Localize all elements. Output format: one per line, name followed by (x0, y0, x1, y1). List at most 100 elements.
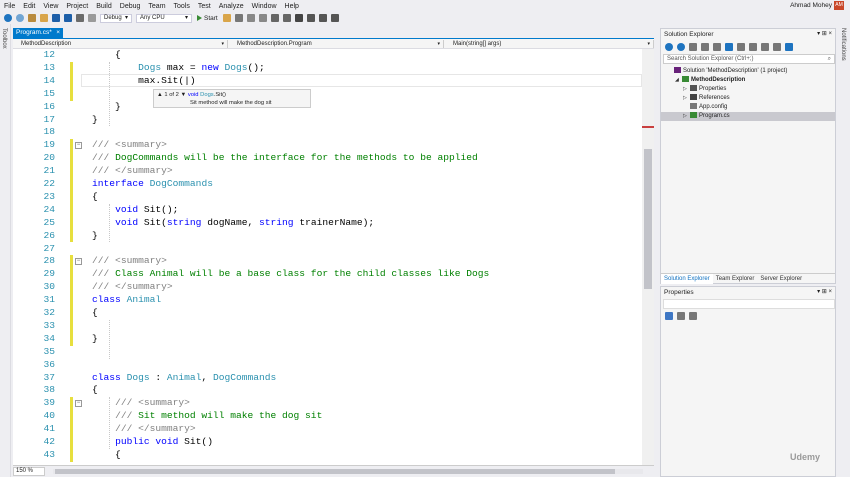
fold-toggle[interactable]: − (75, 142, 82, 150)
back-icon[interactable] (4, 14, 12, 22)
bookmark-icon[interactable] (294, 14, 303, 22)
search-icon[interactable]: ⌕ (828, 55, 831, 63)
code-line[interactable]: class Dogs : Animal, DogCommands (69, 372, 276, 383)
tree-item[interactable]: ◢ MethodDescription (661, 76, 835, 85)
panel-window-controls[interactable]: ▾ ⊞ × (817, 287, 832, 298)
menu-edit[interactable]: Edit (19, 3, 39, 10)
zoom-select[interactable]: 150 % (13, 467, 45, 476)
code-line[interactable]: /// Sit method will make the dog sit (69, 410, 322, 421)
save-all-icon[interactable] (64, 14, 72, 22)
code-line[interactable]: } (69, 114, 98, 125)
object-selector[interactable] (663, 299, 835, 309)
menu-file[interactable]: File (0, 3, 19, 10)
expand-arrow-icon[interactable]: ▷ (683, 94, 690, 103)
code-line[interactable]: void Sit(); (69, 204, 178, 215)
menu-help[interactable]: Help (281, 3, 303, 10)
menu-tools[interactable]: Tools (170, 3, 194, 10)
code-line[interactable]: public void Sit() (69, 436, 213, 447)
menu-build[interactable]: Build (92, 3, 116, 10)
notifications-strip[interactable]: Notifications (838, 24, 850, 477)
expand-arrow-icon[interactable]: ▷ (683, 112, 690, 121)
configuration-select[interactable]: Debug ▾ (100, 13, 132, 23)
home-icon[interactable] (689, 42, 697, 51)
prev-bookmark-icon[interactable] (306, 14, 315, 22)
code-line[interactable]: } (69, 101, 121, 112)
expand-arrow-icon[interactable]: ◢ (675, 76, 682, 85)
categorized-icon[interactable] (665, 312, 673, 320)
code-line[interactable]: { (69, 191, 98, 202)
code-line[interactable]: max.Sit(|) (69, 75, 196, 86)
code-line[interactable]: { (69, 384, 98, 395)
pending-changes-icon[interactable] (713, 42, 721, 51)
tab-solution-explorer[interactable]: Solution Explorer (661, 274, 713, 284)
new-project-icon[interactable] (28, 14, 36, 22)
menu-project[interactable]: Project (62, 3, 92, 10)
project-dropdown[interactable]: MethodDescription ▾ (13, 40, 228, 48)
user-avatar[interactable]: AM (834, 1, 844, 10)
code-line[interactable]: /// </summary> (69, 165, 173, 176)
menu-analyze[interactable]: Analyze (215, 3, 248, 10)
overload-up-icon[interactable]: ▲ (157, 92, 163, 98)
code-line[interactable]: /// <summary> (69, 397, 190, 408)
overload-down-icon[interactable]: ▼ (181, 92, 187, 98)
code-line[interactable]: /// <summary> (69, 139, 167, 150)
vertical-scrollbar[interactable] (642, 49, 654, 465)
fold-toggle[interactable]: − (75, 258, 82, 266)
next-bookmark-icon[interactable] (318, 14, 327, 22)
start-button[interactable]: Start (197, 15, 218, 22)
tree-item[interactable]: ▷ Properties (661, 85, 835, 94)
code-line[interactable]: /// Class Animal will be a base class fo… (69, 268, 489, 279)
forward-icon[interactable] (677, 42, 685, 51)
indent-icon[interactable] (246, 14, 255, 22)
code-line[interactable]: } (69, 230, 98, 241)
code-line[interactable]: Dogs max = new Dogs(); (69, 62, 265, 73)
fold-toggle[interactable]: − (75, 400, 82, 408)
toolbox-strip[interactable]: Toolbox (0, 24, 11, 477)
close-icon[interactable]: × (56, 28, 60, 38)
open-file-icon[interactable] (40, 14, 48, 22)
tab-server-explorer[interactable]: Server Explorer (757, 274, 805, 284)
code-line[interactable]: { (69, 307, 98, 318)
expand-arrow-icon[interactable]: ▷ (683, 85, 690, 94)
browser-icon[interactable] (222, 14, 231, 22)
code-line[interactable]: void Sit(string dogName, string trainerN… (69, 217, 374, 228)
property-pages-icon[interactable] (689, 312, 697, 320)
code-line[interactable]: } (69, 333, 98, 344)
menu-team[interactable]: Team (144, 3, 169, 10)
type-dropdown[interactable]: MethodDescription.Program ▾ (229, 40, 444, 48)
toolbox-label[interactable]: Toolbox (1, 28, 7, 49)
platform-select[interactable]: Any CPU ▾ (136, 13, 192, 23)
back-icon[interactable] (665, 42, 673, 51)
user-name[interactable]: Ahmad Mohey (790, 2, 832, 9)
tree-item[interactable]: Solution 'MethodDescription' (1 project) (661, 67, 835, 76)
code-line[interactable]: interface DogCommands (69, 178, 213, 189)
properties-icon[interactable] (773, 42, 781, 51)
notifications-label[interactable]: Notifications (840, 28, 846, 61)
code-line[interactable]: { (69, 449, 121, 460)
code-line[interactable]: /// <summary> (69, 255, 167, 266)
menu-debug[interactable]: Debug (116, 3, 145, 10)
save-icon[interactable] (52, 14, 60, 22)
solution-search-input[interactable]: Search Solution Explorer (Ctrl+;) ⌕ (663, 54, 835, 64)
clear-bookmarks-icon[interactable] (330, 14, 339, 22)
format-icon[interactable] (234, 14, 243, 22)
sync-icon[interactable] (701, 42, 709, 51)
show-all-files-icon[interactable] (749, 42, 757, 51)
tree-item[interactable]: App.config (661, 103, 835, 112)
horizontal-scrollbar[interactable] (53, 469, 643, 474)
code-line[interactable]: { (69, 49, 121, 60)
refresh-icon[interactable] (725, 42, 733, 51)
tab-team-explorer[interactable]: Team Explorer (713, 274, 758, 284)
menu-test[interactable]: Test (194, 3, 215, 10)
code-editor[interactable]: ▲ 1 of 2 ▼ void Dogs.Sit() Sit method wi… (13, 49, 654, 465)
tree-item[interactable]: ▷ Program.cs (661, 112, 835, 121)
comment-icon[interactable] (270, 14, 279, 22)
tab-program-cs[interactable]: Program.cs* × (13, 28, 63, 38)
scroll-thumb[interactable] (55, 469, 615, 474)
tree-item[interactable]: ▷ References (661, 94, 835, 103)
uncomment-icon[interactable] (282, 14, 291, 22)
scroll-thumb[interactable] (644, 149, 652, 289)
view-code-icon[interactable] (761, 42, 769, 51)
code-line[interactable]: class Animal (69, 294, 161, 305)
preview-selected-icon[interactable] (785, 42, 793, 51)
